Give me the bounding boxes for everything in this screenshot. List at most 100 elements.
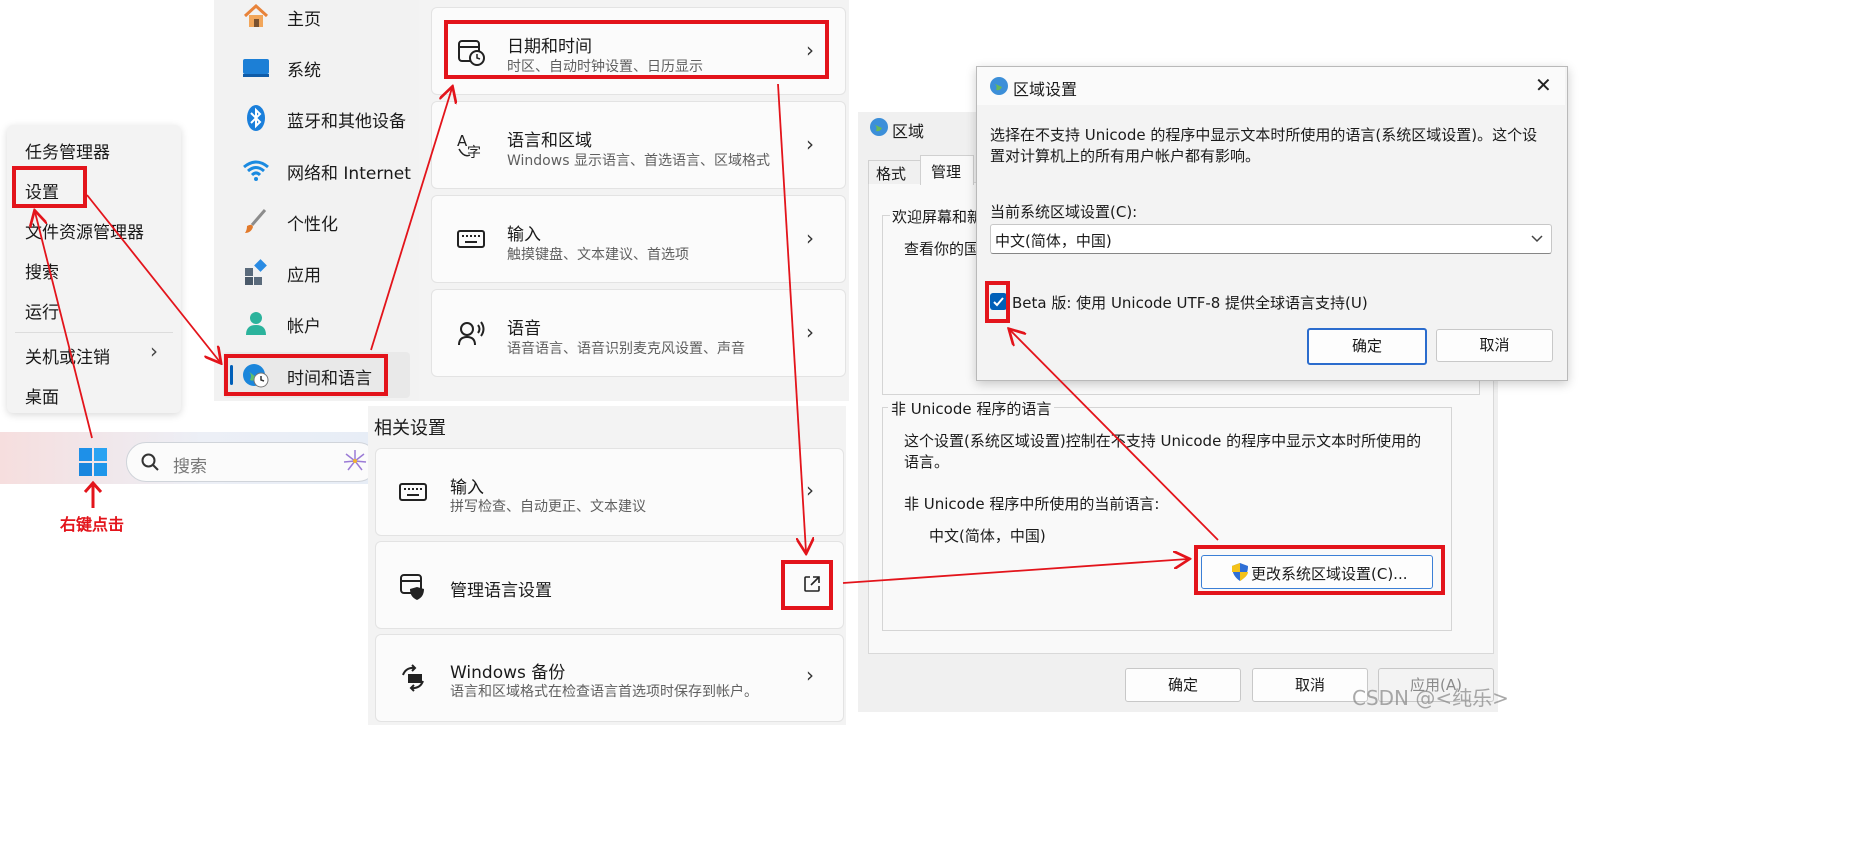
- card-subtitle: 语音语言、语音识别麦克风设置、声音: [507, 341, 745, 357]
- related-settings-heading: 相关设置: [374, 418, 446, 439]
- taskbar-search-box[interactable]: 搜索: [126, 442, 378, 482]
- nav-item-network[interactable]: 网络和 Internet: [214, 147, 419, 193]
- region-settings-title: 区域设置: [1013, 80, 1078, 99]
- beta-utf8-label: Beta 版: 使用 Unicode UTF-8 提供全球语言支持(U): [1012, 294, 1368, 312]
- right-click-annotation: 右键点击: [60, 515, 125, 534]
- nav-label: 网络和 Internet: [287, 164, 411, 184]
- card-title: 语言和区域: [507, 131, 592, 151]
- bluetooth-icon: [247, 105, 265, 131]
- search-icon: [141, 453, 159, 471]
- nav-item-apps[interactable]: 应用: [214, 249, 419, 295]
- card-subtitle: Windows 显示语言、首选语言、区域格式: [507, 153, 770, 169]
- globe-icon: [990, 77, 1008, 95]
- fireworks-icon: [343, 450, 367, 471]
- nav-item-accounts[interactable]: 帐户: [214, 300, 419, 346]
- region-cancel-button[interactable]: 取消: [1252, 668, 1368, 702]
- card-title: Windows 备份: [450, 663, 566, 683]
- region-dialog-title: 区域: [892, 122, 925, 141]
- card-title: 语音: [507, 319, 541, 339]
- menu-item-run[interactable]: 运行: [25, 298, 59, 323]
- svg-text:字: 字: [467, 145, 481, 160]
- system-locale-value: 中文(简体，中国): [995, 232, 1112, 250]
- region-settings-titlebar: 区域设置 ✕: [977, 67, 1565, 105]
- menu-item-task-manager[interactable]: 任务管理器: [25, 138, 110, 163]
- highlight-change-locale: [1194, 545, 1445, 595]
- chevron-right-icon: ›: [806, 320, 814, 344]
- tab-label: 管理: [931, 163, 962, 181]
- speech-icon: [458, 321, 485, 346]
- menu-item-search[interactable]: 搜索: [25, 258, 59, 283]
- keyboard-icon: [457, 230, 485, 248]
- menu-divider: [15, 332, 173, 333]
- non-unicode-group-label: 非 Unicode 程序的语言: [888, 398, 1055, 419]
- card-subtitle: 语言和区域格式在检查语言首选项时保存到帐户。: [450, 684, 758, 700]
- card-title: 输入: [450, 478, 484, 498]
- card-subtitle: 触摸键盘、文本建议、首选项: [507, 247, 689, 263]
- chevron-right-icon: ›: [806, 226, 814, 250]
- nav-label: 个性化: [287, 215, 338, 235]
- card-title: 输入: [507, 225, 541, 245]
- close-icon[interactable]: ✕: [1535, 73, 1552, 97]
- highlight-time-language: [224, 354, 388, 396]
- chevron-right-icon: ›: [806, 478, 814, 502]
- arrow-up-annotation-icon: [83, 480, 103, 508]
- related-settings-panel: 相关设置 输入 拼写检查、自动更正、文本建议 › 管理语言设置 Windows …: [368, 406, 846, 725]
- nav-item-bluetooth[interactable]: 蓝牙和其他设备: [214, 95, 419, 141]
- account-icon: [246, 312, 266, 335]
- card-manage-language-settings[interactable]: 管理语言设置: [375, 541, 844, 629]
- menu-item-shutdown[interactable]: 关机或注销: [25, 343, 110, 368]
- home-icon: [243, 3, 269, 27]
- chevron-right-icon: ›: [806, 132, 814, 156]
- region-settings-cancel-button[interactable]: 取消: [1436, 329, 1553, 362]
- chevron-right-icon: ›: [150, 339, 158, 363]
- card-input[interactable]: 输入 触摸键盘、文本建议、首选项 ›: [431, 195, 846, 283]
- search-placeholder: 搜索: [173, 457, 207, 477]
- system-locale-dropdown[interactable]: 中文(简体，中国): [990, 224, 1552, 254]
- highlight-date-time: [444, 20, 829, 79]
- tab-label: 格式: [876, 165, 907, 183]
- card-title: 管理语言设置: [450, 581, 552, 601]
- highlight-external-link: [781, 560, 833, 610]
- nav-item-system[interactable]: 系统: [214, 44, 419, 90]
- card-language-region[interactable]: A 字 语言和区域 Windows 显示语言、首选语言、区域格式 ›: [431, 101, 846, 189]
- card-subtitle: 拼写检查、自动更正、文本建议: [450, 499, 646, 515]
- card-windows-backup[interactable]: Windows 备份 语言和区域格式在检查语言首选项时保存到帐户。 ›: [375, 634, 844, 722]
- globe-icon: [870, 118, 888, 136]
- nav-label: 主页: [287, 10, 321, 30]
- keyboard-icon: [399, 483, 427, 501]
- welcome-desc: 查看你的国: [904, 240, 980, 258]
- current-language-value: 中文(简体，中国): [929, 527, 1046, 545]
- chevron-right-icon: ›: [806, 663, 814, 687]
- card-related-input[interactable]: 输入 拼写检查、自动更正、文本建议 ›: [375, 448, 844, 536]
- welcome-group-label: 欢迎屏幕和新: [890, 206, 985, 227]
- brush-icon: [245, 209, 267, 233]
- tab-administrative[interactable]: 管理: [920, 155, 974, 185]
- watermark: CSDN @<纯乐>: [1352, 686, 1509, 710]
- shield-page-icon: [400, 574, 424, 600]
- nav-label: 系统: [287, 61, 321, 81]
- chevron-down-icon: [1531, 235, 1543, 243]
- nav-item-home[interactable]: 主页: [214, 0, 419, 39]
- settings-nav: 主页 系统 蓝牙和其他设备 网络和 Internet 个性化 应用 帐户 时间和…: [214, 0, 419, 401]
- menu-item-desktop[interactable]: 桌面: [25, 383, 59, 408]
- menu-item-file-explorer[interactable]: 文件资源管理器: [25, 218, 144, 243]
- region-ok-button[interactable]: 确定: [1125, 668, 1241, 702]
- non-unicode-desc-line2: 语言。: [904, 453, 950, 471]
- monitor-icon: [243, 59, 269, 77]
- region-settings-desc-line1: 选择在不支持 Unicode 的程序中显示文本时所使用的语言(系统区域设置)。这…: [990, 126, 1538, 144]
- nav-label: 帐户: [287, 317, 321, 337]
- wifi-icon: [243, 160, 269, 181]
- windows-start-icon[interactable]: [78, 447, 108, 477]
- tab-format[interactable]: 格式: [868, 160, 922, 184]
- nav-label: 蓝牙和其他设备: [287, 112, 406, 132]
- card-speech[interactable]: 语音 语音语言、语音识别麦克风设置、声音 ›: [431, 289, 846, 377]
- region-settings-ok-button[interactable]: 确定: [1307, 328, 1427, 365]
- region-settings-desc-line2: 置对计算机上的所有用户帐户都有影响。: [990, 147, 1261, 165]
- current-language-label: 非 Unicode 程序中所使用的当前语言:: [904, 495, 1160, 513]
- language-icon: A 字: [457, 132, 481, 160]
- system-locale-label: 当前系统区域设置(C):: [990, 203, 1138, 221]
- backup-sync-icon: [402, 664, 424, 692]
- nav-item-personalization[interactable]: 个性化: [214, 198, 419, 244]
- nav-label: 应用: [287, 266, 321, 286]
- non-unicode-desc-line1: 这个设置(系统区域设置)控制在不支持 Unicode 的程序中显示文本时所使用的: [904, 432, 1422, 450]
